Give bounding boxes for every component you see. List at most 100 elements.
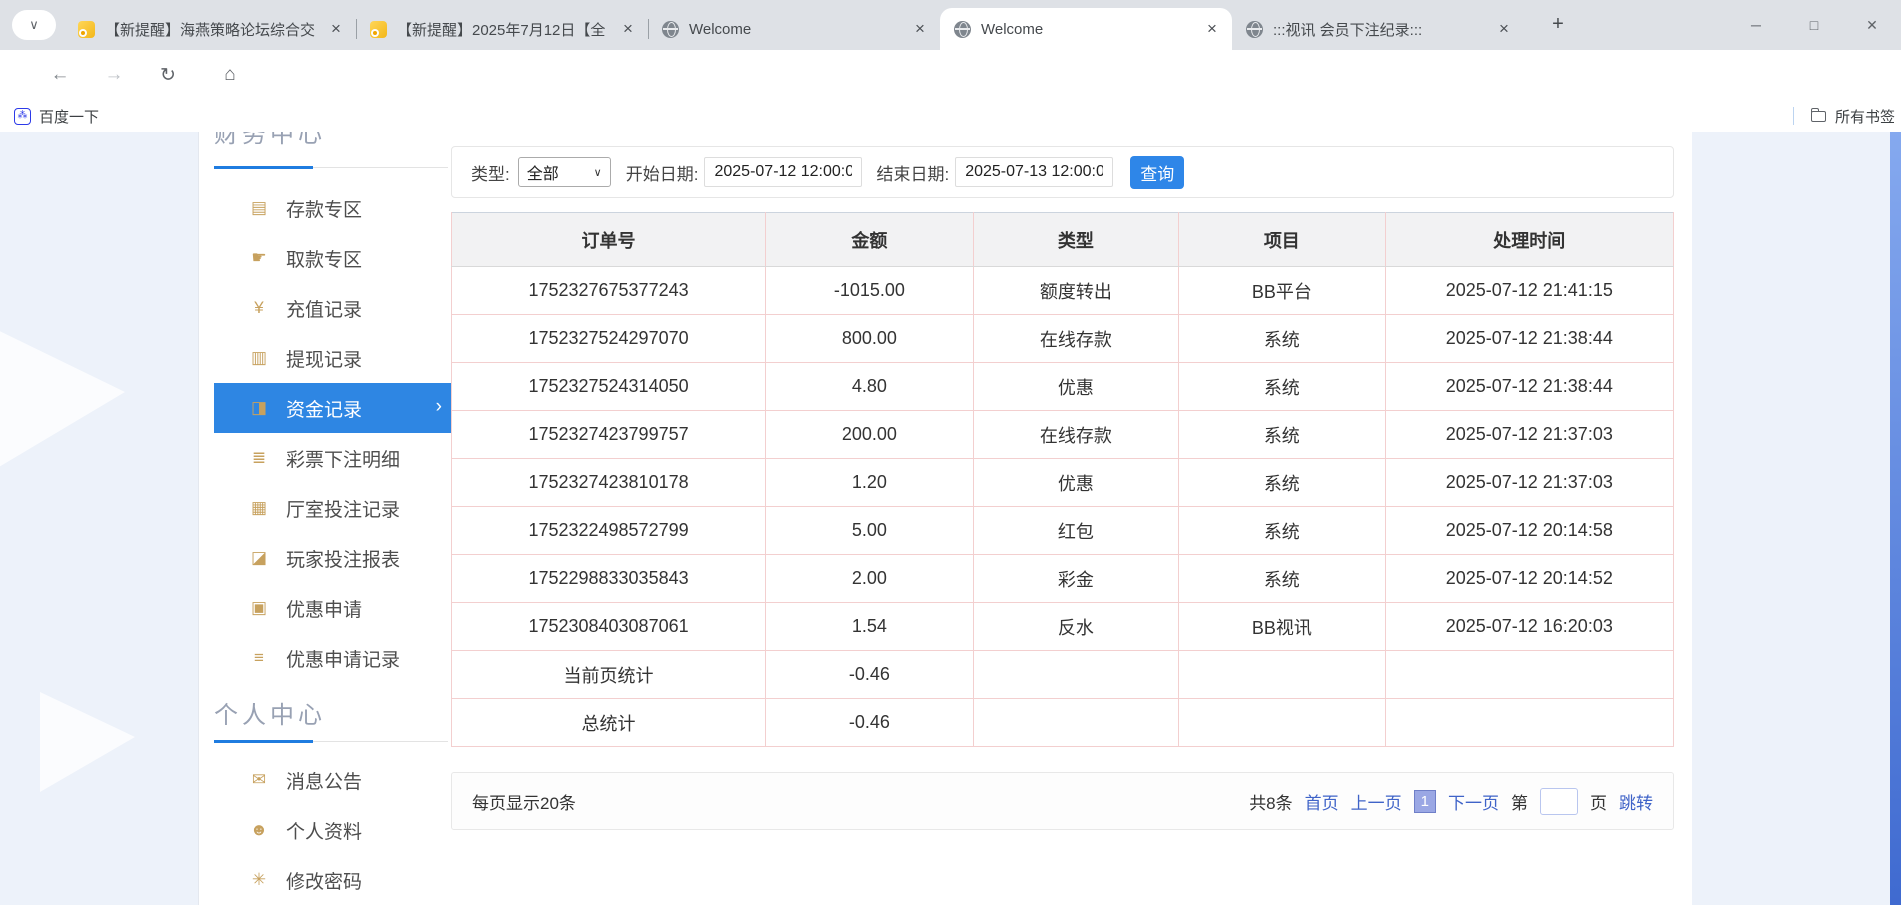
- table-header-cell: 项目: [1179, 213, 1386, 267]
- first-page-link[interactable]: 首页: [1305, 789, 1339, 814]
- close-window-button[interactable]: ✕: [1843, 0, 1901, 50]
- sidebar-item[interactable]: ▥ 提现记录 ›: [214, 333, 454, 383]
- cell-time: 2025-07-12 20:14:58: [1385, 507, 1673, 555]
- cell-order-id: 1752327423810178: [452, 459, 766, 507]
- sidebar: 财务中心 ▤ 存款专区 › ☛ 取款专区 › ¥ 充值记录 › ▥ 提现记录: [214, 132, 454, 905]
- sidebar-item-label: 彩票下注明细: [286, 445, 400, 472]
- new-tab-button[interactable]: +: [1546, 13, 1570, 36]
- cell-time: 2025-07-12 21:41:15: [1385, 267, 1673, 315]
- sidebar-item[interactable]: ◪ 玩家投注报表 ›: [214, 533, 454, 583]
- globe-favicon: [1246, 21, 1263, 38]
- type-select-value: 全部: [527, 160, 559, 184]
- page-jump-input[interactable]: [1540, 788, 1578, 815]
- globe-favicon: [662, 21, 679, 38]
- start-date-input[interactable]: [704, 157, 862, 187]
- jump-button[interactable]: 跳转: [1619, 789, 1653, 814]
- table-header-cell: 金额: [766, 213, 974, 267]
- cell-time: 2025-07-12 16:20:03: [1385, 603, 1673, 651]
- sidebar-item[interactable]: ▦ 厅室投注记录 ›: [214, 483, 454, 533]
- tab-title: 【新提醒】2025年7月12日【全: [397, 19, 608, 40]
- back-icon[interactable]: ←: [46, 61, 74, 89]
- reload-icon[interactable]: ↻: [154, 61, 182, 89]
- sidebar-item[interactable]: ▣ 优惠申请 ›: [214, 583, 454, 633]
- minimize-button[interactable]: ─: [1727, 0, 1785, 50]
- sidebar-item[interactable]: ☛ 取款专区 ›: [214, 233, 454, 283]
- close-icon[interactable]: ×: [326, 19, 346, 39]
- sidebar-item-label: 厅室投注记录: [286, 495, 400, 522]
- forward-icon[interactable]: →: [100, 61, 128, 89]
- baidu-icon: ⁂: [14, 108, 31, 125]
- cell-project: 系统: [1179, 411, 1386, 459]
- sidebar-item[interactable]: ≡ 优惠申请记录 ›: [214, 633, 454, 683]
- cell-amount: 4.80: [766, 363, 974, 411]
- browser-tab[interactable]: Welcome ×: [940, 8, 1232, 50]
- heading-underline: [214, 166, 448, 169]
- sidebar-item[interactable]: ≣ 彩票下注明细 ›: [214, 433, 454, 483]
- table-header-cell: 订单号: [452, 213, 766, 267]
- promo-apply-icon: ▣: [248, 598, 270, 618]
- bookmark-label: 百度一下: [39, 106, 99, 127]
- cell-amount: 800.00: [766, 315, 974, 363]
- maximize-button[interactable]: □: [1785, 0, 1843, 50]
- close-icon[interactable]: ×: [910, 19, 930, 39]
- sidebar-item-label: 存款专区: [286, 195, 362, 222]
- player-bet-report-icon: ◪: [248, 548, 270, 568]
- table-row: 1752327423799757 200.00 在线存款 系统 2025-07-…: [452, 411, 1674, 459]
- cell-type: 在线存款: [973, 411, 1178, 459]
- total-count-text: 共8条: [1249, 789, 1292, 814]
- cell-order-id: 1752327423799757: [452, 411, 766, 459]
- browser-tab[interactable]: 【新提醒】海燕策略论坛综合交 ×: [64, 8, 356, 50]
- table-header-cell: 处理时间: [1385, 213, 1673, 267]
- cell-project: 系统: [1179, 507, 1386, 555]
- cell-time: 2025-07-12 20:14:52: [1385, 555, 1673, 603]
- deposit-card-icon: ▤: [248, 198, 270, 218]
- close-icon[interactable]: ×: [1202, 19, 1222, 39]
- sidebar-item-label: 修改密码: [286, 867, 362, 894]
- sidebar-item[interactable]: ☻ 个人资料 ›: [214, 805, 454, 855]
- withdrawal-wallet-icon: ▥: [248, 348, 270, 368]
- search-button[interactable]: 查询: [1130, 156, 1184, 189]
- cell-type: 彩金: [973, 555, 1178, 603]
- funds-record-icon: ◨: [248, 398, 270, 418]
- tab-title: Welcome: [689, 21, 900, 38]
- current-page-badge[interactable]: 1: [1414, 790, 1436, 813]
- browser-tab[interactable]: Welcome ×: [648, 8, 940, 50]
- tab-search-button[interactable]: ∨: [12, 10, 56, 40]
- cell-amount: 2.00: [766, 555, 974, 603]
- browser-toolbar: ← → ↻ ⌂ js13.cc/hhcp/usercenter.html?ini…: [0, 50, 1901, 100]
- jump-prefix-text: 第: [1511, 789, 1528, 814]
- recharge-moneybag-icon: ¥: [248, 298, 270, 318]
- next-page-link[interactable]: 下一页: [1448, 789, 1499, 814]
- prev-page-link[interactable]: 上一页: [1351, 789, 1402, 814]
- all-bookmarks-button[interactable]: 所有书签: [1793, 104, 1895, 128]
- sidebar-item[interactable]: ¥ 充值记录 ›: [214, 283, 454, 333]
- browser-tab[interactable]: 【新提醒】2025年7月12日【全 ×: [356, 8, 648, 50]
- cell-type: 优惠: [973, 459, 1178, 507]
- sidebar-item[interactable]: ◨ 资金记录 ›: [214, 383, 454, 433]
- close-icon[interactable]: ×: [1494, 19, 1514, 39]
- folder-icon: [1811, 111, 1826, 122]
- cell-amount: 1.54: [766, 603, 974, 651]
- browser-tab[interactable]: :::视讯 会员下注纪录::: ×: [1232, 8, 1524, 50]
- sidebar-item[interactable]: ▤ 存款专区 ›: [214, 183, 454, 233]
- sidebar-item-label: 资金记录: [286, 395, 362, 422]
- webpage: 财务中心 ▤ 存款专区 › ☛ 取款专区 › ¥ 充值记录 › ▥ 提现记录: [0, 132, 1901, 905]
- sidebar-item[interactable]: ✉ 消息公告 ›: [214, 755, 454, 805]
- cell-project: 系统: [1179, 555, 1386, 603]
- cell-type: 额度转出: [973, 267, 1178, 315]
- profile-person-icon: ☻: [248, 820, 270, 840]
- home-icon[interactable]: ⌂: [216, 61, 244, 89]
- all-bookmarks-label: 所有书签: [1835, 106, 1895, 127]
- separator: [1793, 107, 1794, 125]
- type-select[interactable]: 全部 ∨: [518, 157, 611, 187]
- browser-tab-strip: ∨ 【新提醒】海燕策略论坛综合交 × 【新提醒】2025年7月12日【全 × W…: [0, 0, 1901, 50]
- close-icon[interactable]: ×: [618, 19, 638, 39]
- bookmark-baidu[interactable]: ⁂ 百度一下: [14, 104, 99, 128]
- end-date-input[interactable]: [955, 157, 1113, 187]
- sidebar-item-label: 充值记录: [286, 295, 362, 322]
- table-summary-row: 当前页统计 -0.46: [452, 651, 1674, 699]
- tab-title: :::视讯 会员下注纪录:::: [1273, 19, 1484, 40]
- sidebar-item[interactable]: ✳ 修改密码 ›: [214, 855, 454, 905]
- cell-type: 反水: [973, 603, 1178, 651]
- filter-bar: 类型: 全部 ∨ 开始日期: 结束日期: 查询: [451, 146, 1674, 198]
